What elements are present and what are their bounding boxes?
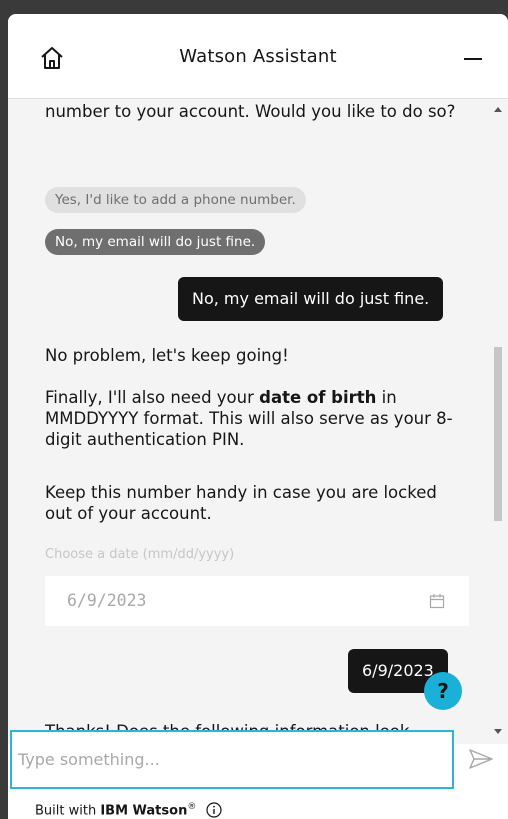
date-picker-input[interactable]: 6/9/2023 [45,576,469,626]
minimize-icon [464,58,482,60]
help-icon: ? [437,679,449,703]
date-picker-value: 6/9/2023 [67,591,147,610]
option-email-fine-button[interactable]: No, my email will do just fine. [45,229,266,255]
minimize-button[interactable] [460,44,488,72]
chat-messages[interactable]: number to your account. Would you like t… [8,99,488,744]
chat-widget: Watson Assistant number to your account.… [8,14,508,819]
footer-prefix: Built with [35,803,101,819]
scroll-down-icon[interactable] [494,729,502,734]
message-input-container [10,730,454,789]
user-message: No, my email will do just fine. [178,277,444,321]
send-icon [469,749,493,769]
bot-message: Keep this number handy in case you are l… [45,483,437,523]
scroll-thumb[interactable] [494,347,502,521]
bot-message: number to your account. Would you like t… [45,102,456,121]
option-add-phone-button[interactable]: Yes, I'd like to add a phone number. [45,187,306,213]
footer-mark: ® [187,802,197,812]
footer-brand: IBM Watson [100,803,188,819]
header-title: Watson Assistant [179,46,337,67]
message-input[interactable] [12,732,448,787]
scroll-up-icon[interactable] [494,107,502,112]
chat-scrollbar[interactable] [488,99,508,744]
bot-message: No problem, let's keep going! [45,346,289,365]
bot-message-bold: date of birth [259,388,377,407]
date-picker-label: Choose a date (mm/dd/yyyy) [45,547,235,562]
calendar-icon[interactable] [429,593,445,609]
bot-message: Finally, I'll also need your date of bir… [45,387,465,450]
chat-header: Watson Assistant [8,14,508,99]
info-icon[interactable] [206,802,223,818]
bot-message-text: Finally, I'll also need your [45,388,260,407]
send-button[interactable] [468,748,494,770]
footer: Built with IBM Watson® [35,802,223,819]
help-button[interactable]: ? [424,672,462,710]
